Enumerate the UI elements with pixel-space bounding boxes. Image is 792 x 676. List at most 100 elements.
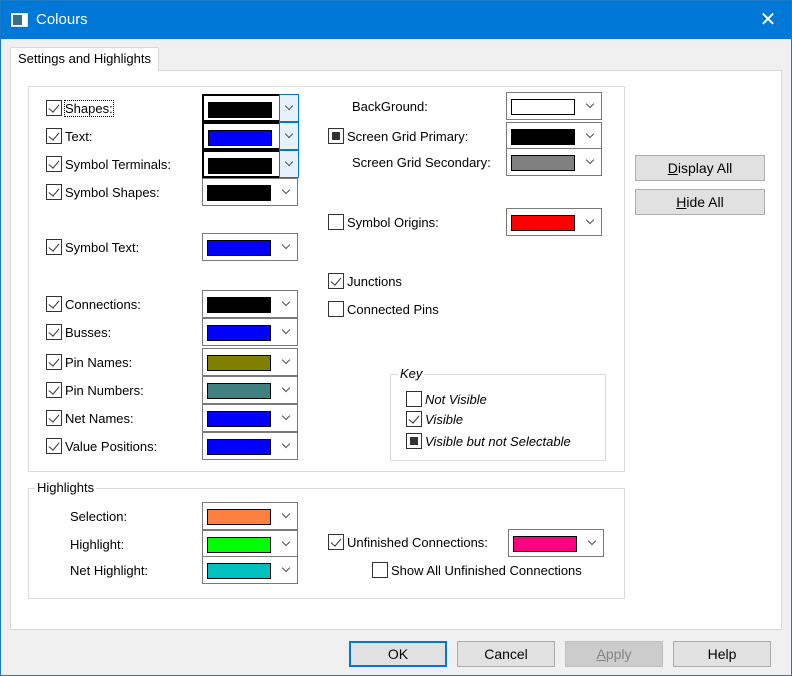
text-color-combo[interactable] [202, 122, 299, 150]
text-row[interactable]: Text: [46, 126, 92, 146]
color-swatch [207, 509, 271, 525]
hide-all-button[interactable]: Hide All [635, 189, 765, 215]
net-highlight-color-combo[interactable] [202, 556, 298, 584]
junctions-checkbox[interactable] [328, 273, 344, 289]
shapes-row[interactable]: Shapes: [46, 98, 114, 118]
chevron-down-icon[interactable] [581, 149, 601, 175]
symbol-shapes-checkbox[interactable] [46, 184, 62, 200]
pin-numbers-checkbox[interactable] [46, 382, 62, 398]
pin-numbers-color-combo[interactable] [202, 376, 298, 404]
display-all-button[interactable]: Display All [635, 155, 765, 181]
color-swatch [207, 439, 271, 455]
unfinished-connections-row[interactable]: Unfinished Connections: [328, 532, 488, 552]
unfinished-connections-color-combo[interactable] [508, 529, 604, 557]
background-row[interactable]: BackGround: [352, 96, 428, 116]
connections-row[interactable]: Connections: [46, 294, 141, 314]
chevron-down-icon[interactable] [277, 234, 297, 260]
cancel-button[interactable]: Cancel [457, 641, 555, 667]
shapes-color-combo[interactable] [202, 94, 299, 122]
screen-grid-primary-row[interactable]: Screen Grid Primary: [328, 126, 468, 146]
show-all-unfinished-row[interactable]: Show All Unfinished Connections [372, 560, 582, 580]
net-names-color-combo[interactable] [202, 404, 298, 432]
busses-row[interactable]: Busses: [46, 322, 111, 342]
value-positions-checkbox[interactable] [46, 438, 62, 454]
window-title: Colours [36, 11, 88, 28]
color-swatch [511, 129, 575, 145]
text-checkbox[interactable] [46, 128, 62, 144]
value-positions-row[interactable]: Value Positions: [46, 436, 157, 456]
net-highlight-row[interactable]: Net Highlight: [70, 560, 148, 580]
symbol-text-row[interactable]: Symbol Text: [46, 237, 139, 257]
chevron-down-icon[interactable] [279, 94, 299, 122]
ok-button[interactable]: OK [349, 641, 447, 667]
symbol-terminals-checkbox[interactable] [46, 156, 62, 172]
pin-names-color-combo[interactable] [202, 348, 298, 376]
symbol-shapes-color-combo[interactable] [202, 178, 298, 206]
tab-settings-and-highlights[interactable]: Settings and Highlights [10, 47, 159, 71]
chevron-down-icon[interactable] [279, 122, 299, 150]
symbol-shapes-row[interactable]: Symbol Shapes: [46, 182, 160, 202]
symbol-origins-row[interactable]: Symbol Origins: [328, 212, 439, 232]
symbol-text-checkbox[interactable] [46, 239, 62, 255]
symbol-origins-color-combo[interactable] [506, 208, 602, 236]
highlights-title: Highlights [35, 480, 97, 495]
close-icon[interactable]: ✕ [745, 1, 791, 39]
chevron-down-icon[interactable] [581, 123, 601, 149]
connected-pins-row[interactable]: Connected Pins [328, 299, 439, 319]
busses-checkbox[interactable] [46, 324, 62, 340]
text-label: Text: [65, 128, 93, 144]
chevron-down-icon[interactable] [279, 150, 299, 178]
key-not-visible-label: Not Visible [425, 391, 487, 407]
color-swatch [207, 325, 271, 341]
connected-pins-checkbox[interactable] [328, 301, 344, 317]
screen-grid-primary-color-combo[interactable] [506, 122, 602, 150]
screen-grid-primary-checkbox[interactable] [328, 128, 344, 144]
color-swatch [207, 185, 271, 201]
highlight-row[interactable]: Highlight: [70, 534, 124, 554]
screen-grid-secondary-color-combo[interactable] [506, 148, 602, 176]
value-positions-color-combo[interactable] [202, 432, 298, 460]
color-swatch [207, 240, 271, 256]
key-filled-box [406, 433, 422, 449]
net-names-row[interactable]: Net Names: [46, 408, 134, 428]
shapes-checkbox[interactable] [46, 100, 62, 116]
apply-button[interactable]: Apply [565, 641, 663, 667]
symbol-terminals-row[interactable]: Symbol Terminals: [46, 154, 171, 174]
key-visible-not-selectable: Visible but not Selectable [406, 431, 571, 451]
selection-color-combo[interactable] [202, 502, 298, 530]
selection-row[interactable]: Selection: [70, 506, 127, 526]
chevron-down-icon[interactable] [277, 531, 297, 557]
chevron-down-icon[interactable] [277, 179, 297, 205]
chevron-down-icon[interactable] [581, 93, 601, 119]
highlight-color-combo[interactable] [202, 530, 298, 558]
chevron-down-icon[interactable] [277, 291, 297, 317]
screen-grid-primary-label: Screen Grid Primary: [347, 128, 469, 144]
chevron-down-icon[interactable] [277, 557, 297, 583]
chevron-down-icon[interactable] [277, 433, 297, 459]
chevron-down-icon[interactable] [277, 405, 297, 431]
connections-checkbox[interactable] [46, 296, 62, 312]
pin-names-row[interactable]: Pin Names: [46, 352, 132, 372]
color-swatch [207, 563, 271, 579]
help-button[interactable]: Help [673, 641, 771, 667]
chevron-down-icon[interactable] [581, 209, 601, 235]
chevron-down-icon[interactable] [277, 503, 297, 529]
show-all-unfinished-checkbox[interactable] [372, 562, 388, 578]
chevron-down-icon[interactable] [583, 530, 603, 556]
symbol-origins-checkbox[interactable] [328, 214, 344, 230]
background-color-combo[interactable] [506, 92, 602, 120]
connections-color-combo[interactable] [202, 290, 298, 318]
screen-grid-secondary-row[interactable]: Screen Grid Secondary: [352, 152, 491, 172]
unfinished-connections-checkbox[interactable] [328, 534, 344, 550]
chevron-down-icon[interactable] [277, 349, 297, 375]
symbol-origins-label: Symbol Origins: [347, 214, 439, 230]
chevron-down-icon[interactable] [277, 377, 297, 403]
pin-names-checkbox[interactable] [46, 354, 62, 370]
pin-numbers-row[interactable]: Pin Numbers: [46, 380, 144, 400]
junctions-row[interactable]: Junctions [328, 271, 402, 291]
busses-color-combo[interactable] [202, 318, 298, 346]
symbol-terminals-color-combo[interactable] [202, 150, 299, 178]
net-names-checkbox[interactable] [46, 410, 62, 426]
symbol-text-color-combo[interactable] [202, 233, 298, 261]
chevron-down-icon[interactable] [277, 319, 297, 345]
